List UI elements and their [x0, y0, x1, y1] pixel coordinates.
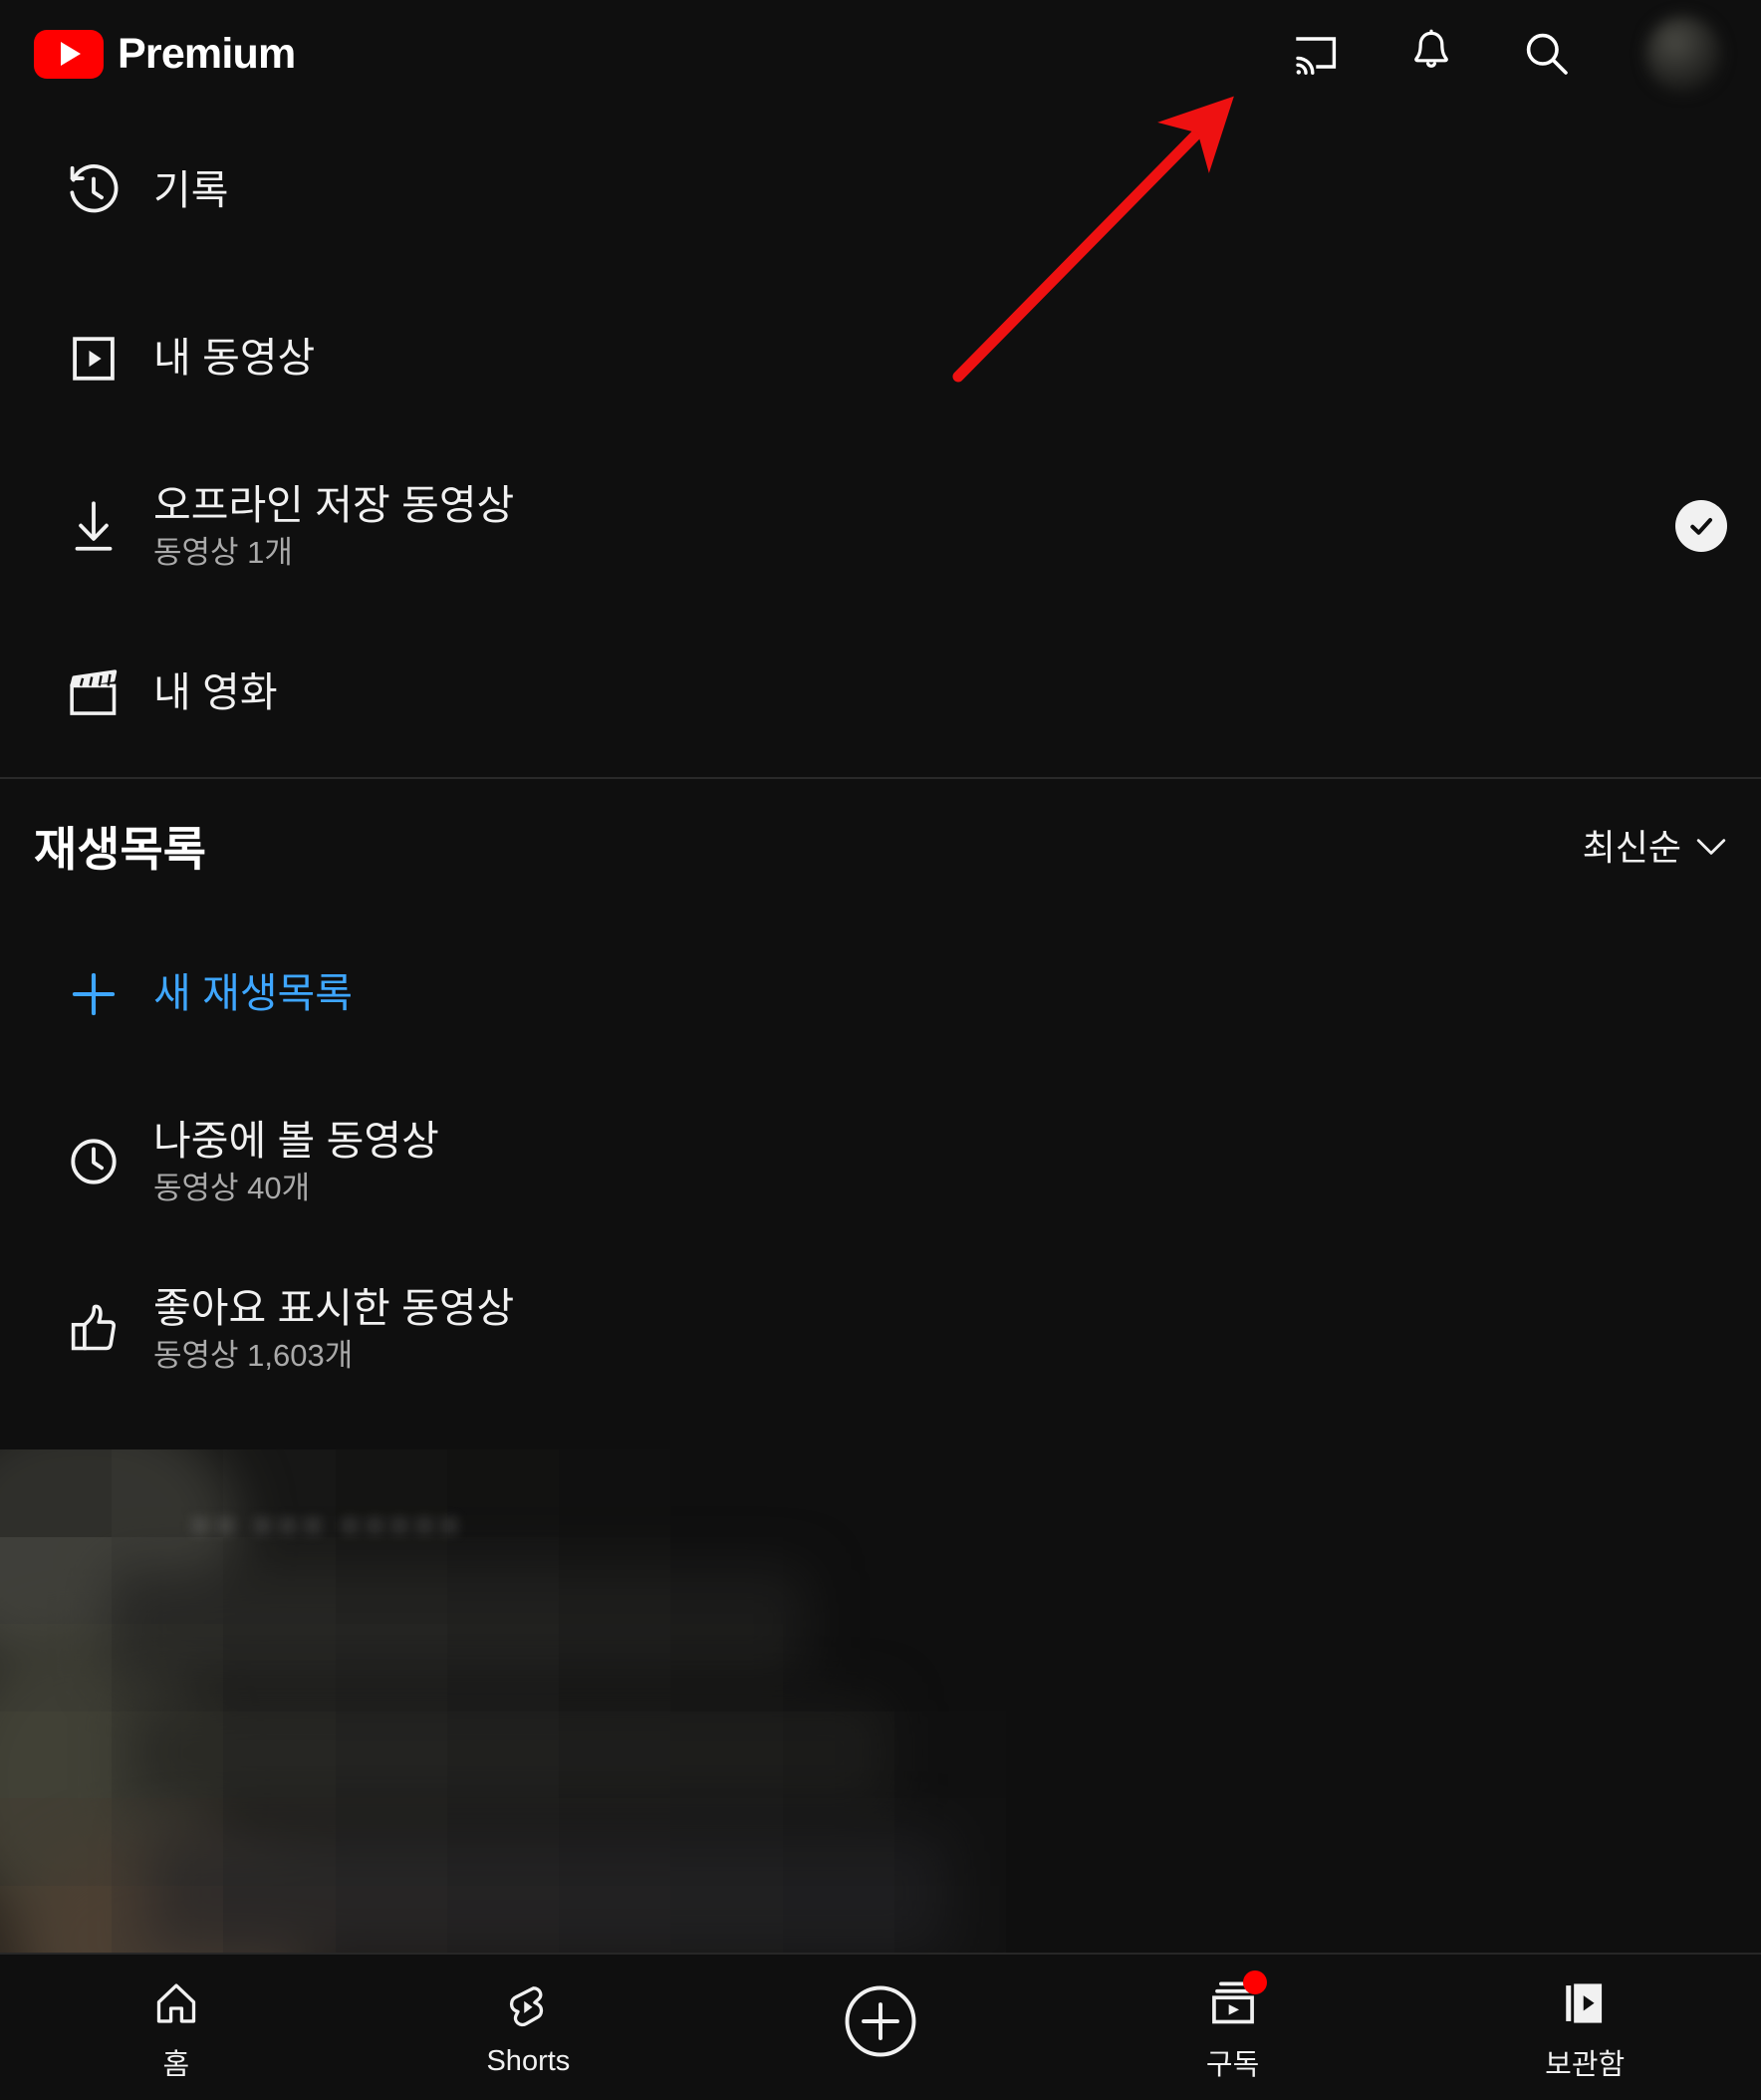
- playlist-item-label: 좋아요 표시한 동영상: [153, 1284, 515, 1331]
- playlist-item-watch-later[interactable]: 나중에 볼 동영상 동영상 40개: [0, 1078, 1761, 1245]
- menu-item-history[interactable]: 기록: [0, 108, 1761, 275]
- shorts-icon: [503, 1976, 553, 2032]
- nav-item-home[interactable]: 홈: [0, 1955, 353, 2100]
- plus-icon: [34, 968, 153, 1020]
- history-icon: [34, 162, 153, 220]
- nav-label: 구독: [1205, 2048, 1260, 2081]
- cast-icon[interactable]: [1289, 27, 1343, 81]
- notification-badge: [1242, 1969, 1267, 1994]
- nav-item-shorts[interactable]: Shorts: [353, 1955, 705, 2100]
- thumbs-up-icon: [34, 1301, 153, 1357]
- sort-label: 최신순: [1582, 827, 1681, 868]
- download-icon: [34, 497, 153, 555]
- playlist-item-liked-videos[interactable]: 좋아요 표시한 동영상 동영상 1,603개: [0, 1245, 1761, 1413]
- menu-item-label: 내 동영상: [153, 335, 316, 382]
- page-title: 재생목록: [34, 822, 206, 876]
- playlist-item-label: 나중에 볼 동영상: [153, 1117, 439, 1164]
- playlist-item-label: 새 재생목록: [153, 970, 353, 1017]
- playlist-item-sublabel: 동영상 40개: [153, 1170, 311, 1205]
- library-icon: [1560, 1972, 1610, 2028]
- nav-label: 홈: [162, 2048, 190, 2081]
- clock-icon: [34, 1135, 153, 1188]
- nav-item-subscriptions[interactable]: 구독: [1057, 1955, 1409, 2100]
- top-bar-actions: [1289, 16, 1727, 92]
- menu-item-my-movies[interactable]: 내 영화: [0, 610, 1761, 777]
- bell-icon[interactable]: [1404, 27, 1458, 81]
- obscured-text: ■■ ■■■ ■■■■■: [189, 1504, 463, 1546]
- nav-item-create[interactable]: [704, 1955, 1057, 2100]
- bottom-navigation-bar: 홈 Shorts 구독 보관함: [0, 1953, 1761, 2100]
- movie-clapper-icon: [34, 666, 153, 720]
- menu-item-sublabel: 동영상 1개: [153, 534, 293, 570]
- brand-wordmark: Premium: [118, 29, 296, 78]
- search-icon[interactable]: [1520, 27, 1574, 81]
- download-complete-check-icon: [1675, 500, 1727, 552]
- menu-item-label: 내 영화: [153, 669, 278, 716]
- playlist-item-new-playlist[interactable]: 새 재생목록: [0, 911, 1761, 1078]
- youtube-premium-logo[interactable]: Premium: [34, 29, 296, 79]
- menu-item-offline-videos[interactable]: 오프라인 저장 동영상 동영상 1개: [0, 442, 1761, 610]
- pixelation-overlay: [0, 1449, 1006, 1972]
- menu-item-label: 기록: [153, 167, 229, 214]
- menu-item-label: 오프라인 저장 동영상: [153, 481, 515, 528]
- top-app-bar: Premium: [0, 0, 1761, 108]
- chevron-down-icon: [1695, 824, 1727, 866]
- playlists-section-header: 재생목록 최신순: [0, 779, 1761, 911]
- youtube-library-screen: Premium 기록 내 동영상 오프라인 저장 동영상 동영상 1개 내 영화…: [0, 0, 1761, 2100]
- sort-button[interactable]: 최신순: [1583, 819, 1727, 871]
- menu-item-my-videos[interactable]: 내 동영상: [0, 275, 1761, 442]
- home-icon: [151, 1972, 201, 2028]
- nav-label: Shorts: [486, 2045, 571, 2077]
- playlist-item-sublabel: 동영상 1,603개: [153, 1337, 354, 1373]
- avatar[interactable]: [1645, 16, 1721, 92]
- youtube-play-logo-icon: [34, 29, 104, 79]
- my-videos-icon: [34, 332, 153, 386]
- nav-item-library[interactable]: 보관함: [1408, 1955, 1761, 2100]
- subscriptions-icon: [1207, 1969, 1267, 2028]
- library-menu-list: 기록 내 동영상 오프라인 저장 동영상 동영상 1개 내 영화 재생목록 최신…: [0, 108, 1761, 1413]
- nav-label: 보관함: [1545, 2048, 1626, 2081]
- obscured-content-region: ■■ ■■■ ■■■■■: [0, 1449, 1006, 1972]
- create-plus-icon: [842, 1982, 919, 2060]
